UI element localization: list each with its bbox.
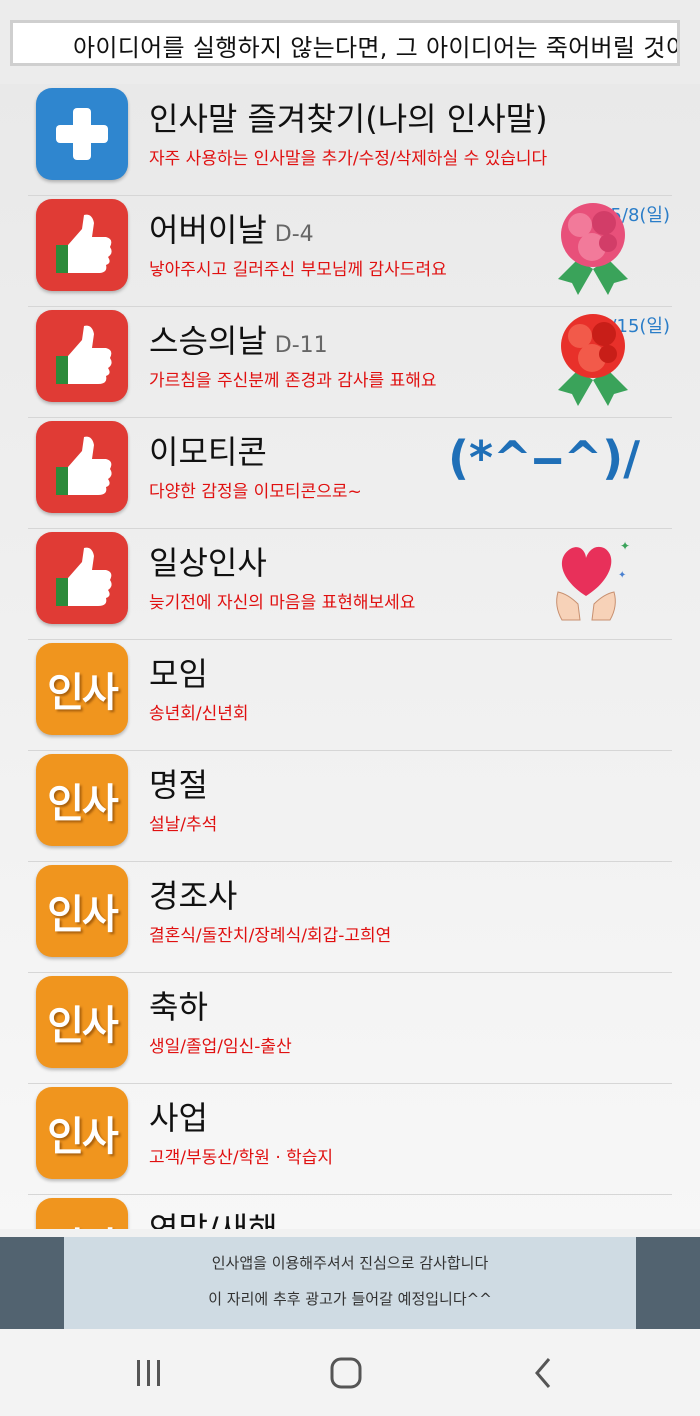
item-title: 축하 [149,988,208,1026]
item-subtitle: 고객/부동산/학원 · 학습지 [149,1148,334,1168]
list-item-business[interactable]: 인사 사업 고객/부동산/학원 · 학습지 [28,1083,672,1195]
greeting-badge-icon: 인사 [36,865,128,957]
list-item-teachers-day[interactable]: 스승의날 D-11 가르침을 주신분께 존경과 감사를 표해요 5/15(일) [28,306,672,418]
list-item-year-end[interactable]: 인사 연말/새해 [28,1194,672,1229]
ad-line-1: 인사앱을 이용해주셔서 진심으로 감사합니다 [211,1254,489,1272]
item-title: 이모티콘 [149,433,267,471]
item-title: 경조사 [149,877,238,915]
home-icon[interactable] [321,1351,371,1395]
item-subtitle: 가르침을 주신분께 존경과 감사를 표해요 [149,371,437,391]
item-subtitle: 낳아주시고 길러주신 부모님께 감사드려요 [149,260,447,280]
ad-banner[interactable]: 인사앱을 이용해주셔서 진심으로 감사합니다 이 자리에 추후 광고가 들어갈 … [0,1237,700,1329]
heart-hands-icon: ✦ ✦ [556,539,630,621]
carnation-red-icon [558,314,628,406]
ticker-box: 아이디어를 실행하지 않는다면, 그 아이디어는 죽어버릴 것이다 [10,20,680,66]
badge-text: 인사 [47,1114,119,1160]
item-title: 사업 [149,1099,208,1137]
item-subtitle: 늦기전에 자신의 마음을 표현해보세요 [149,593,416,613]
item-title: 인사말 즐겨찾기(나의 인사말) [149,100,548,138]
list-item-gathering[interactable]: 인사 모임 송년회/신년회 [28,639,672,751]
item-subtitle: 생일/졸업/임신-출산 [149,1037,292,1057]
item-title: 일상인사 [149,544,267,582]
list-item-daily-greeting[interactable]: 일상인사 늦기전에 자신의 마음을 표현해보세요 ✦ ✦ [28,528,672,640]
thumbs-up-icon [36,310,128,402]
thumbs-up-icon [36,532,128,624]
item-subtitle: 결혼식/돌잔치/장례식/회갑-고희연 [149,926,392,946]
item-subtitle: 자주 사용하는 인사말을 추가/수정/삭제하실 수 있습니다 [149,149,548,169]
ticker-text: 아이디어를 실행하지 않는다면, 그 아이디어는 죽어버릴 것이다 [73,34,680,62]
svg-text:✦: ✦ [618,570,626,581]
greeting-badge-icon: 인사 [36,1198,128,1229]
item-subtitle: 설날/추석 [149,815,218,835]
plus-icon [36,88,128,180]
ticker-bar: 아이디어를 실행하지 않는다면, 그 아이디어는 죽어버릴 것이다 [0,0,700,84]
item-title: 연말/새해 [149,1210,278,1229]
list-item-favorites[interactable]: 인사말 즐겨찾기(나의 인사말) 자주 사용하는 인사말을 추가/수정/삭제하실… [28,84,672,196]
item-subtitle: 다양한 감정을 이모티콘으로~ [149,482,362,502]
thumbs-up-icon [36,421,128,513]
carnation-pink-icon [558,203,628,295]
list-item-holidays[interactable]: 인사 명절 설날/추석 [28,750,672,862]
thumbs-up-icon [36,199,128,291]
badge-text: 인사 [47,670,119,716]
item-subtitle: 송년회/신년회 [149,704,249,724]
badge-text: 인사 [47,781,119,827]
greeting-category-list[interactable]: 인사말 즐겨찾기(나의 인사말) 자주 사용하는 인사말을 추가/수정/삭제하실… [0,84,700,1229]
greeting-badge-icon: 인사 [36,976,128,1068]
greeting-badge-icon: 인사 [36,754,128,846]
greeting-badge-icon: 인사 [36,643,128,735]
dday-badge: D-11 [274,333,328,358]
system-nav-bar [0,1329,700,1416]
dday-badge: D-4 [274,222,314,247]
emoticon-preview: (*^‒^)/ [448,431,640,485]
item-title: 명절 [149,766,208,804]
badge-text: 인사 [47,892,119,938]
item-title: 스승의날 D-11 [149,322,328,360]
back-icon[interactable] [518,1351,568,1395]
list-item-family-events[interactable]: 인사 경조사 결혼식/돌잔치/장례식/회갑-고희연 [28,861,672,973]
ad-line-2: 이 자리에 추후 광고가 들어갈 예정입니다^^ [208,1290,492,1308]
badge-text: 인사 [47,1003,119,1049]
item-title: 모임 [149,655,208,693]
recent-apps-icon[interactable] [124,1351,174,1395]
list-item-congratulations[interactable]: 인사 축하 생일/졸업/임신-출산 [28,972,672,1084]
list-item-parents-day[interactable]: 어버이날 D-4 낳아주시고 길러주신 부모님께 감사드려요 5/8(일) [28,195,672,307]
greeting-badge-icon: 인사 [36,1087,128,1179]
svg-text:✦: ✦ [620,539,630,553]
badge-text: 인사 [36,1198,128,1229]
list-item-emoticon[interactable]: 이모티콘 다양한 감정을 이모티콘으로~ (*^‒^)/ [28,417,672,529]
ad-content[interactable]: 인사앱을 이용해주셔서 진심으로 감사합니다 이 자리에 추후 광고가 들어갈 … [64,1237,636,1329]
item-title: 어버이날 D-4 [149,211,314,249]
